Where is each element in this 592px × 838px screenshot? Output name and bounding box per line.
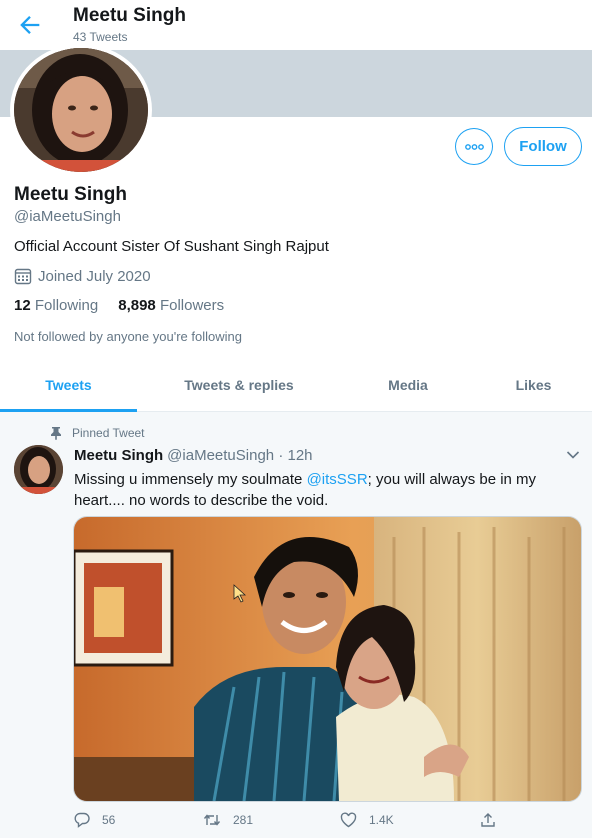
reply-icon [74, 812, 90, 828]
retweet-count: 281 [233, 813, 254, 827]
chevron-down-icon[interactable] [566, 450, 580, 460]
tweet-text-part1: Missing u immensely my soulmate [74, 471, 307, 488]
calendar-icon [14, 268, 32, 285]
profile-name: Meetu Singh [14, 184, 127, 205]
tweet-author-name[interactable]: Meetu Singh [74, 447, 163, 464]
tweet-avatar[interactable] [14, 445, 63, 494]
tab-media[interactable]: Media [341, 362, 475, 412]
tweet-author-handle[interactable]: @iaMeetuSingh [167, 447, 274, 464]
tweet-time[interactable]: · 12h [278, 447, 312, 464]
profile-bio: Official Account Sister Of Sushant Singh… [14, 238, 329, 255]
back-arrow-icon[interactable] [16, 11, 44, 39]
more-options-button[interactable] [455, 128, 493, 165]
more-icon [465, 144, 484, 150]
joined-date: Joined July 2020 [14, 267, 151, 285]
header-title: Meetu Singh [73, 5, 186, 26]
tab-likes[interactable]: Likes [475, 362, 592, 412]
share-action[interactable] [480, 812, 508, 828]
joined-label: Joined July 2020 [38, 267, 151, 285]
tweet-mention-link[interactable]: @itsSSR [307, 471, 368, 488]
followers-link[interactable]: 8,898 Followers [118, 297, 224, 314]
share-icon [481, 813, 495, 827]
not-followed-note: Not followed by anyone you're following [14, 329, 242, 344]
following-label: Following [34, 297, 99, 314]
following-link[interactable]: 12 Following [14, 297, 98, 314]
pinned-label: Pinned Tweet [72, 426, 145, 440]
top-bar: Meetu Singh 43 Tweets [0, 0, 592, 50]
tab-tweets[interactable]: Tweets [0, 362, 137, 412]
reply-count: 56 [102, 813, 116, 827]
retweet-icon [203, 814, 221, 826]
followers-count: 8,898 [118, 297, 156, 314]
tweet-text: Missing u immensely my soulmate @itsSSR;… [74, 469, 584, 511]
like-action[interactable]: 1.4K [340, 812, 394, 828]
pinned-label-row: Pinned Tweet [50, 426, 145, 440]
profile-handle: @iaMeetuSingh [14, 208, 121, 225]
tweet-actions: 56 281 1.4K [0, 812, 592, 836]
pin-icon [51, 427, 61, 440]
tab-tweets-replies[interactable]: Tweets & replies [137, 362, 341, 412]
follow-counts: 12 Following 8,898 Followers [14, 297, 224, 314]
follow-button[interactable]: Follow [504, 127, 582, 166]
reply-action[interactable]: 56 [74, 812, 115, 828]
pinned-tweet[interactable]: Pinned Tweet Meetu Singh @iaMeetuSingh · … [0, 412, 592, 838]
retweet-action[interactable]: 281 [203, 812, 253, 828]
like-count: 1.4K [369, 813, 394, 827]
profile-tabs: Tweets Tweets & replies Media Likes [0, 362, 592, 412]
tweet-photo[interactable] [73, 516, 582, 802]
like-icon [340, 812, 357, 828]
followers-label: Followers [159, 297, 225, 314]
header-tweet-count: 43 Tweets [73, 30, 128, 44]
tweet-header: Meetu Singh @iaMeetuSingh · 12h [74, 447, 313, 464]
following-count: 12 [14, 297, 31, 314]
profile-avatar[interactable] [10, 44, 152, 176]
